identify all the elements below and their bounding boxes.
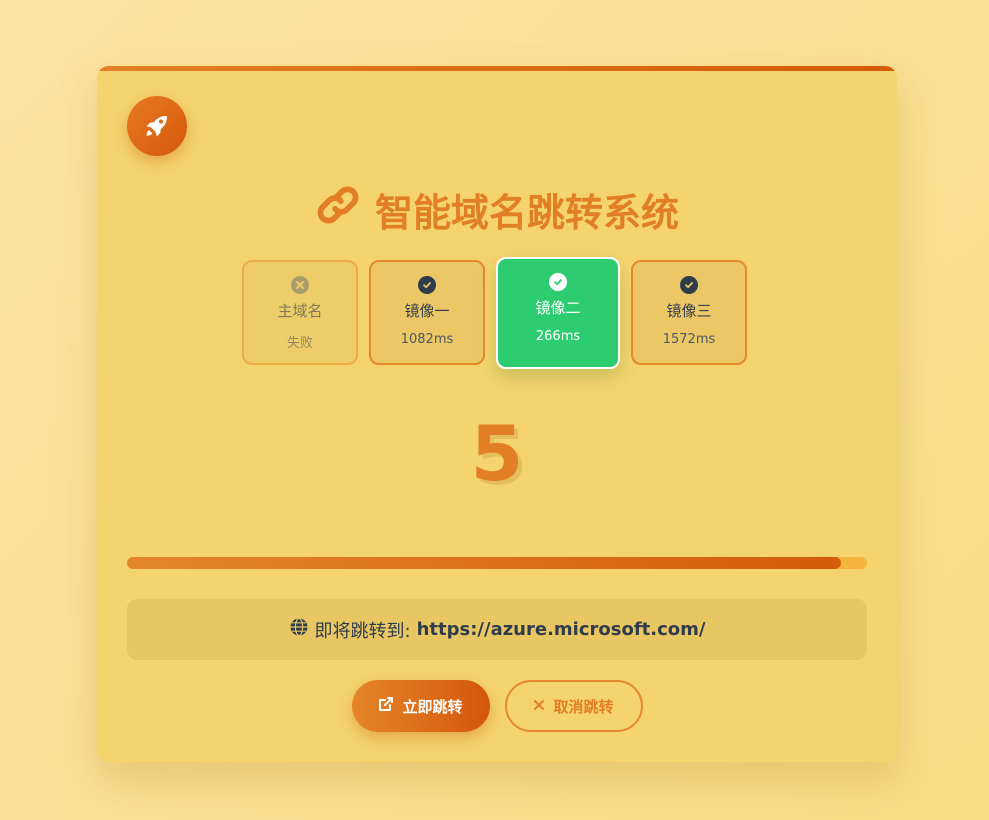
action-buttons: 立即跳转 取消跳转 — [97, 680, 897, 732]
mirror-card-1[interactable]: 镜像一 1082ms — [369, 260, 485, 365]
cancel-redirect-label: 取消跳转 — [553, 697, 614, 716]
page-title-text: 智能域名跳转系统 — [374, 191, 679, 235]
mirror-card-2-selected[interactable]: 镜像二 266ms — [496, 257, 620, 369]
check-circle-icon — [549, 273, 567, 291]
mirror-card-main[interactable]: 主域名 失败 — [242, 260, 358, 365]
redirect-label: 即将跳转到: — [314, 620, 411, 642]
check-circle-icon — [680, 276, 698, 294]
redirect-now-button[interactable]: 立即跳转 — [351, 680, 490, 732]
rocket-icon — [127, 96, 187, 156]
mirror-latency: 1082ms — [400, 332, 454, 347]
progress-fill — [127, 557, 842, 569]
mirror-name: 镜像三 — [666, 302, 712, 320]
link-icon — [315, 186, 361, 233]
redirect-target-box: 即将跳转到: https://azure.microsoft.com/ — [127, 599, 867, 660]
mirror-status: 失败 — [286, 336, 313, 351]
redirect-card: 智能域名跳转系统 主域名 失败 镜像一 1082ms 镜像二 266ms 镜像三… — [97, 66, 897, 762]
countdown-number: 5 — [470, 409, 524, 498]
page-title: 智能域名跳转系统 — [97, 182, 897, 237]
card-accent-bar — [97, 66, 897, 71]
mirror-list: 主域名 失败 镜像一 1082ms 镜像二 266ms 镜像三 1572ms — [242, 257, 747, 369]
external-link-icon — [378, 696, 394, 716]
mirror-card-3[interactable]: 镜像三 1572ms — [631, 260, 747, 365]
close-icon — [533, 697, 545, 715]
mirror-latency: 1572ms — [662, 332, 716, 347]
cancel-redirect-button[interactable]: 取消跳转 — [504, 680, 643, 732]
mirror-name: 镜像一 — [404, 302, 450, 320]
redirect-now-label: 立即跳转 — [402, 697, 463, 716]
mirror-name: 镜像二 — [535, 299, 581, 317]
check-circle-icon — [418, 276, 436, 294]
redirect-url: https://azure.microsoft.com/ — [416, 619, 706, 640]
globe-icon — [289, 617, 309, 642]
countdown-progress-bar — [127, 557, 867, 569]
mirror-latency: 266ms — [535, 329, 581, 344]
error-icon — [291, 276, 309, 294]
mirror-name: 主域名 — [277, 302, 323, 320]
